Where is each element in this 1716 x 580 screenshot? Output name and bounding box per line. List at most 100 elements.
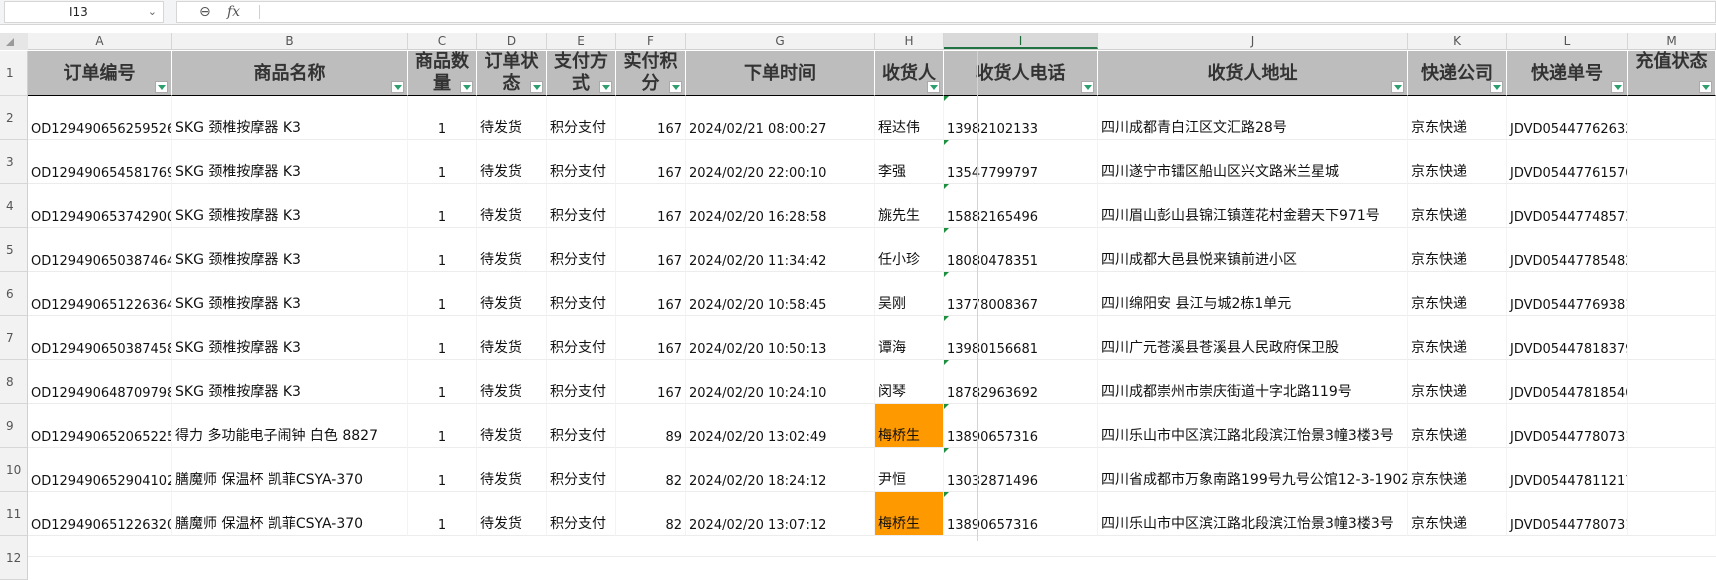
table-cell[interactable]: 京东快递 (1408, 316, 1507, 360)
header-cell[interactable]: 商品名称 (172, 51, 408, 96)
column-header-b[interactable]: B (172, 33, 408, 49)
table-cell[interactable]: 膳魔师 保温杯 凯菲CSYA-370 (172, 492, 408, 536)
table-cell[interactable]: 1 (408, 228, 477, 272)
table-cell[interactable]: OD1294906503874586 (28, 316, 172, 360)
table-cell[interactable]: 四川绵阳安 县江与城2栋1单元 (1098, 272, 1408, 316)
table-cell[interactable]: JDVD05447811217 (1507, 448, 1628, 492)
table-cell[interactable]: 四川成都崇州市崇庆街道十字北路119号 (1098, 360, 1408, 404)
table-cell[interactable]: SKG 颈椎按摩器 K3 (172, 228, 408, 272)
chevron-down-icon[interactable]: ⌄ (148, 5, 157, 18)
table-cell[interactable]: 京东快递 (1408, 272, 1507, 316)
table-cell[interactable]: 1 (408, 184, 477, 228)
table-cell[interactable]: 13778008367 (944, 272, 1098, 316)
table-cell[interactable] (1628, 492, 1716, 536)
row-header-1[interactable]: 1 (0, 51, 28, 96)
row-header-9[interactable]: 9 (0, 404, 28, 448)
table-cell[interactable]: 167 (616, 96, 686, 140)
row-header-5[interactable]: 5 (0, 228, 28, 272)
table-cell[interactable]: 积分支付 (547, 96, 616, 140)
column-header-j[interactable]: J (1098, 33, 1408, 49)
table-cell[interactable]: 待发货 (477, 184, 547, 228)
table-cell[interactable]: 四川成都青白江区文汇路28号 (1098, 96, 1408, 140)
table-cell[interactable]: 167 (616, 140, 686, 184)
table-cell[interactable]: OD1294906545817692 (28, 140, 172, 184)
column-header-f[interactable]: F (616, 33, 686, 49)
table-cell[interactable]: SKG 颈椎按摩器 K3 (172, 184, 408, 228)
filter-dropdown-icon[interactable] (1611, 81, 1624, 93)
table-cell[interactable]: 京东快递 (1408, 492, 1507, 536)
table-cell[interactable]: OD1294906487097981 (28, 360, 172, 404)
table-cell[interactable]: 2024/02/21 08:00:27 (686, 96, 875, 140)
row-header-2[interactable]: 2 (0, 96, 28, 140)
table-cell[interactable] (1628, 228, 1716, 272)
table-cell[interactable]: 四川遂宁市镭区船山区兴文路米兰星城 (1098, 140, 1408, 184)
table-cell[interactable] (1628, 140, 1716, 184)
table-cell[interactable]: JDVD05447761570 (1507, 140, 1628, 184)
header-cell[interactable]: 订单状态 (477, 51, 547, 96)
header-cell[interactable]: 收货人地址 (1098, 51, 1408, 96)
column-header-k[interactable]: K (1408, 33, 1507, 49)
table-cell[interactable]: 李强 (875, 140, 944, 184)
row-header-7[interactable]: 7 (0, 316, 28, 360)
table-cell[interactable]: 89 (616, 404, 686, 448)
table-cell[interactable]: 待发货 (477, 272, 547, 316)
table-cell[interactable]: 程达伟 (875, 96, 944, 140)
row-header-8[interactable]: 8 (0, 360, 28, 404)
table-cell[interactable] (1628, 316, 1716, 360)
filter-dropdown-icon[interactable] (460, 81, 473, 93)
table-cell[interactable]: OD1294906562595260 (28, 96, 172, 140)
table-cell[interactable]: 四川成都大邑县悦来镇前进小区 (1098, 228, 1408, 272)
table-cell[interactable]: 13032871496 (944, 448, 1098, 492)
table-cell[interactable]: 四川广元苍溪县苍溪县人民政府保卫股 (1098, 316, 1408, 360)
filter-dropdown-icon[interactable] (1699, 81, 1712, 93)
table-cell[interactable]: 待发货 (477, 96, 547, 140)
table-cell[interactable]: 2024/02/20 11:34:42 (686, 228, 875, 272)
header-cell[interactable]: 快递单号 (1507, 51, 1628, 96)
table-cell[interactable]: 2024/02/20 10:50:13 (686, 316, 875, 360)
table-cell[interactable]: SKG 颈椎按摩器 K3 (172, 140, 408, 184)
table-cell[interactable]: 待发货 (477, 448, 547, 492)
table-cell[interactable]: JDVD05447780731 (1507, 492, 1628, 536)
table-cell[interactable]: 京东快递 (1408, 96, 1507, 140)
table-cell[interactable]: 1 (408, 448, 477, 492)
table-cell[interactable]: 膳魔师 保温杯 凯菲CSYA-370 (172, 448, 408, 492)
header-cell[interactable]: 支付方式 (547, 51, 616, 96)
column-header-m[interactable]: M (1628, 33, 1716, 49)
header-cell[interactable]: 收货人 (875, 51, 944, 96)
name-box[interactable]: I13 ⌄ (4, 1, 164, 23)
table-cell[interactable] (1628, 404, 1716, 448)
table-cell[interactable]: 2024/02/20 16:28:58 (686, 184, 875, 228)
filter-dropdown-icon[interactable] (391, 81, 404, 93)
table-cell[interactable]: 梅桥生 (875, 492, 944, 536)
table-cell[interactable]: 167 (616, 316, 686, 360)
table-cell[interactable]: 谭海 (875, 316, 944, 360)
column-header-d[interactable]: D (477, 33, 547, 49)
table-cell[interactable]: 任小珍 (875, 228, 944, 272)
header-cell[interactable]: 快递公司 (1408, 51, 1507, 96)
table-cell[interactable]: OD1294906503874642 (28, 228, 172, 272)
table-cell[interactable]: 167 (616, 360, 686, 404)
table-cell[interactable]: 京东快递 (1408, 448, 1507, 492)
table-cell[interactable] (1628, 184, 1716, 228)
table-cell[interactable]: OD1294906529041022 (28, 448, 172, 492)
table-cell[interactable]: 积分支付 (547, 228, 616, 272)
table-cell[interactable]: 2024/02/20 13:07:12 (686, 492, 875, 536)
column-header-i[interactable]: I (944, 33, 1098, 49)
table-cell[interactable]: 18080478351 (944, 228, 1098, 272)
table-cell[interactable]: 2024/02/20 10:58:45 (686, 272, 875, 316)
table-cell[interactable]: 吴刚 (875, 272, 944, 316)
table-cell[interactable]: OD1294906520652252 (28, 404, 172, 448)
table-cell[interactable]: 待发货 (477, 360, 547, 404)
filter-dropdown-icon[interactable] (669, 81, 682, 93)
row-header-10[interactable]: 10 (0, 448, 28, 492)
table-cell[interactable]: 1 (408, 404, 477, 448)
filter-dropdown-icon[interactable] (1490, 81, 1503, 93)
table-cell[interactable]: 京东快递 (1408, 228, 1507, 272)
table-cell[interactable]: 闵琴 (875, 360, 944, 404)
row-header-4[interactable]: 4 (0, 184, 28, 228)
column-header-e[interactable]: E (547, 33, 616, 49)
table-cell[interactable]: 13982102133 (944, 96, 1098, 140)
table-cell[interactable] (1628, 96, 1716, 140)
table-cell[interactable] (1628, 360, 1716, 404)
table-cell[interactable]: 2024/02/20 10:24:10 (686, 360, 875, 404)
